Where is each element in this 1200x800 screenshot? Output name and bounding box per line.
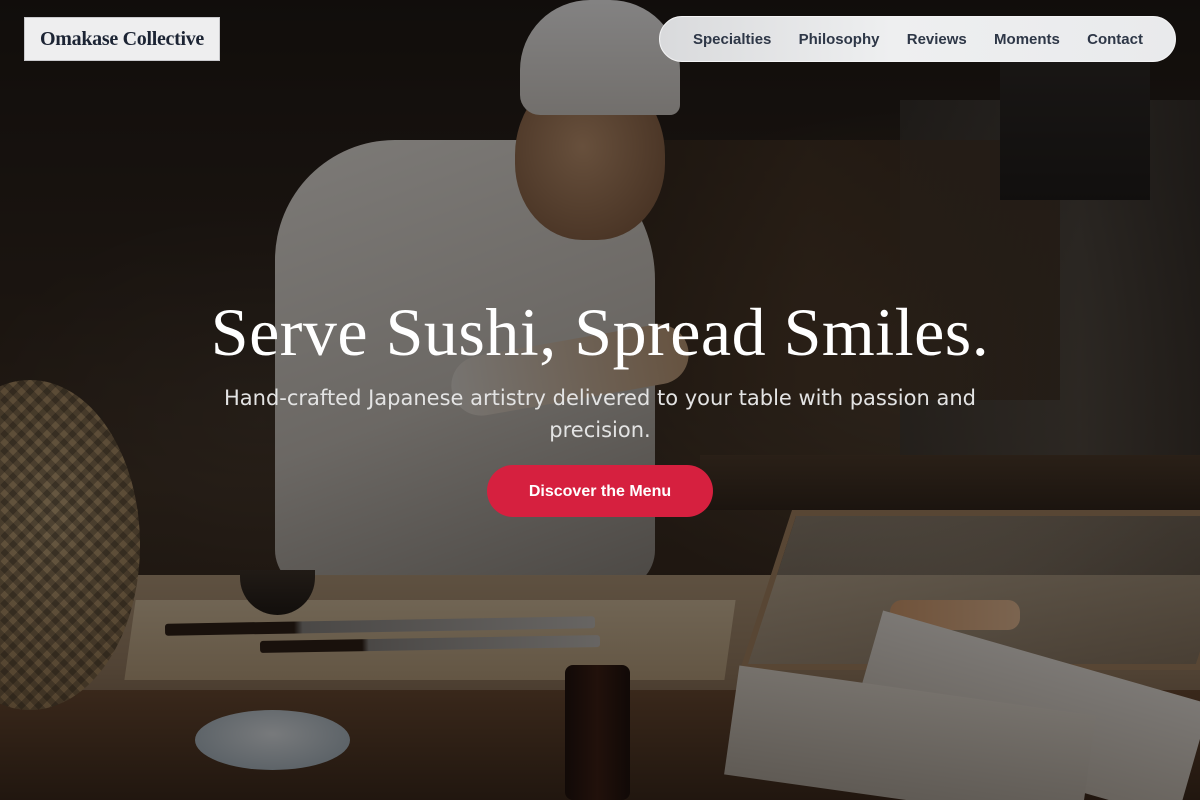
- hero-content: Serve Sushi, Spread Smiles. Hand-crafted…: [0, 292, 1200, 517]
- nav-link-moments[interactable]: Moments: [994, 31, 1060, 48]
- hero-subtitle: Hand-crafted Japanese artistry delivered…: [224, 386, 976, 442]
- discover-menu-button[interactable]: Discover the Menu: [487, 465, 713, 517]
- main-nav: Specialties Philosophy Reviews Moments C…: [659, 16, 1176, 62]
- nav-link-philosophy[interactable]: Philosophy: [799, 31, 880, 48]
- nav-link-specialties[interactable]: Specialties: [693, 31, 771, 48]
- hero-section: Omakase Collective Specialties Philosoph…: [0, 0, 1200, 800]
- nav-link-contact[interactable]: Contact: [1087, 31, 1143, 48]
- nav-link-reviews[interactable]: Reviews: [907, 31, 967, 48]
- brand-logo[interactable]: Omakase Collective: [24, 17, 221, 61]
- hero-title: Serve Sushi, Spread Smiles.: [210, 294, 990, 370]
